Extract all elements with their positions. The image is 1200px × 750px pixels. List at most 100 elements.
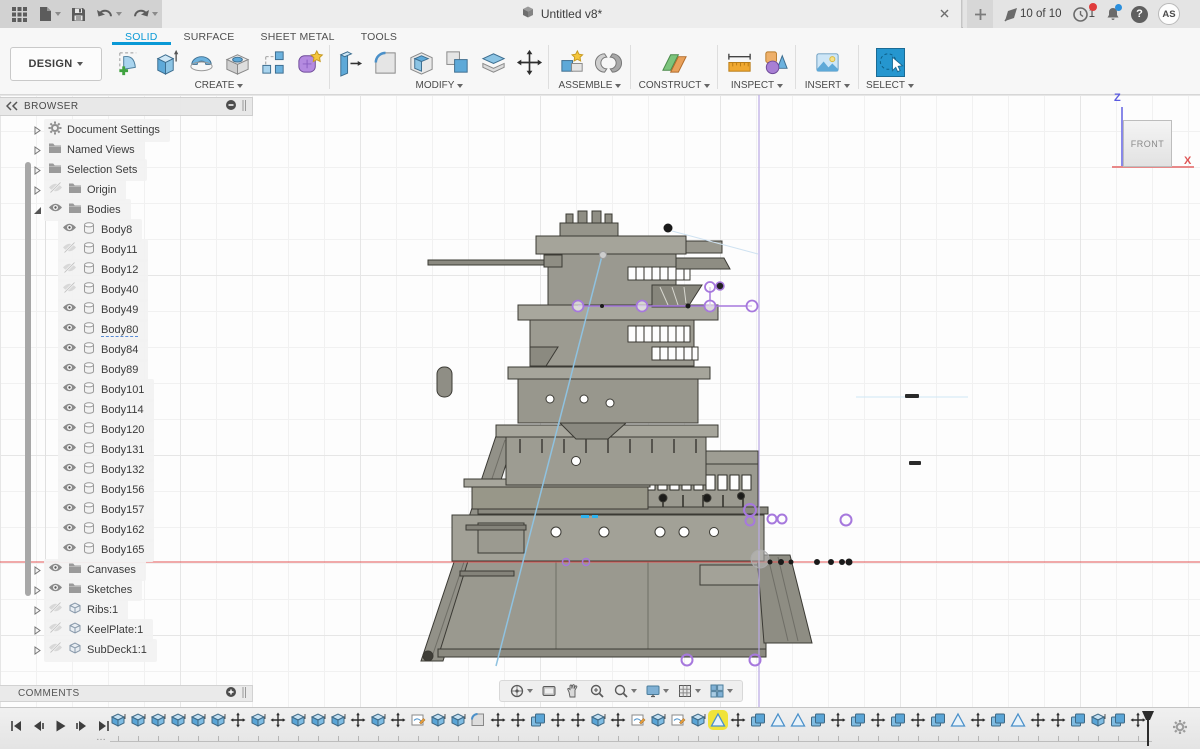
save-button[interactable] <box>68 3 89 25</box>
ribbon-group-dropdown[interactable]: INSERT <box>805 80 851 91</box>
browser-item-body157[interactable]: Body157 <box>58 500 154 520</box>
browser-item-label[interactable]: Origin <box>87 184 116 196</box>
comments-panel[interactable]: COMMENTS <box>0 685 253 702</box>
timeline-feature-combine[interactable] <box>748 712 768 742</box>
visibility-eye-icon[interactable] <box>62 521 77 539</box>
new-component-button[interactable] <box>554 45 590 79</box>
zoom-icon[interactable] <box>586 681 608 701</box>
timeline-feature-extrude[interactable] <box>448 712 468 742</box>
timeline-feature-move[interactable] <box>228 712 248 742</box>
section-analysis-button[interactable] <box>757 45 793 79</box>
timeline-feature-loft[interactable] <box>768 712 788 742</box>
visibility-eye-icon[interactable] <box>48 641 63 659</box>
expander-icon[interactable] <box>30 166 44 175</box>
grid-settings-icon[interactable] <box>674 681 704 701</box>
collapse-panel-icon[interactable] <box>6 98 18 116</box>
construction-plane-button[interactable] <box>657 45 693 79</box>
visibility-eye-icon[interactable] <box>48 201 63 219</box>
timeline-feature-move[interactable] <box>868 712 888 742</box>
browser-item-body84[interactable]: Body84 <box>58 340 148 360</box>
browser-item-body89[interactable]: Body89 <box>58 360 148 380</box>
browser-item-body11[interactable]: Body11 <box>58 240 148 260</box>
browser-item-label[interactable]: Body132 <box>101 464 144 476</box>
browser-item-selection-sets[interactable]: Selection Sets <box>30 160 147 180</box>
browser-item-body12[interactable]: Body12 <box>58 260 148 280</box>
timeline-feature-extrude[interactable] <box>288 712 308 742</box>
workspace-selector[interactable]: DESIGN <box>10 47 102 81</box>
timeline-feature-sketch[interactable] <box>668 712 688 742</box>
browser-item-label[interactable]: Body8 <box>101 224 132 236</box>
visibility-eye-icon[interactable] <box>62 281 77 299</box>
timeline-feature-extrude[interactable] <box>248 712 268 742</box>
expander-icon[interactable] <box>30 146 44 155</box>
job-status[interactable]: 1 <box>1072 6 1095 23</box>
document-tab[interactable]: Untitled v8* <box>162 0 962 28</box>
visibility-eye-icon[interactable] <box>62 341 77 359</box>
timeline-feature-sketch[interactable] <box>408 712 428 742</box>
timeline-feature-move[interactable] <box>488 712 508 742</box>
avatar[interactable]: AS <box>1158 3 1180 25</box>
close-tab-icon[interactable] <box>938 7 951 25</box>
ribbon-tab-tools[interactable]: TOOLS <box>348 28 410 45</box>
visibility-eye-icon[interactable] <box>62 381 77 399</box>
browser-item-label[interactable]: Body89 <box>101 364 138 376</box>
timeline-feature-extrude[interactable] <box>208 712 228 742</box>
joint-button[interactable] <box>590 45 626 79</box>
browser-item-body156[interactable]: Body156 <box>58 480 154 500</box>
timeline-feature-move[interactable] <box>728 712 748 742</box>
fit-icon[interactable] <box>610 681 640 701</box>
timeline-feature-move[interactable] <box>568 712 588 742</box>
expander-icon[interactable] <box>30 646 44 655</box>
timeline-feature-extrude[interactable] <box>428 712 448 742</box>
pan-icon[interactable] <box>562 681 584 701</box>
timeline-feature-move[interactable] <box>1028 712 1048 742</box>
play-button[interactable] <box>52 718 68 734</box>
insert-image-button[interactable] <box>810 45 846 79</box>
orbit-icon[interactable] <box>506 681 536 701</box>
timeline-feature-extrude[interactable] <box>1088 712 1108 742</box>
app-grid-button[interactable] <box>8 3 31 25</box>
panel-grip-icon[interactable] <box>242 98 246 116</box>
browser-item-label[interactable]: SubDeck1:1 <box>87 644 147 656</box>
browser-item-label[interactable]: Bodies <box>87 204 121 216</box>
timeline-feature-move[interactable] <box>508 712 528 742</box>
view-cube-front-face[interactable]: FRONT <box>1123 120 1172 167</box>
ribbon-tab-solid[interactable]: SOLID <box>112 28 171 45</box>
browser-item-body40[interactable]: Body40 <box>58 280 148 300</box>
browser-item-label[interactable]: Body114 <box>101 404 144 416</box>
browser-item-label[interactable]: Canvases <box>87 564 136 576</box>
browser-item-sketches[interactable]: Sketches <box>30 580 142 600</box>
browser-item-label[interactable]: Sketches <box>87 584 132 596</box>
browser-item-label[interactable]: Body162 <box>101 524 144 536</box>
display-settings-icon[interactable] <box>642 681 672 701</box>
timeline-feature-loft[interactable] <box>1008 712 1028 742</box>
browser-item-label[interactable]: Body156 <box>101 484 144 496</box>
timeline-feature-extrude[interactable] <box>688 712 708 742</box>
press-pull-button[interactable] <box>332 45 368 79</box>
timeline-feature-move[interactable] <box>548 712 568 742</box>
browser-item-origin[interactable]: Origin <box>30 180 126 200</box>
timeline-feature-combine[interactable] <box>1068 712 1088 742</box>
timeline-feature-extrude[interactable] <box>308 712 328 742</box>
extrude-button[interactable] <box>147 45 183 79</box>
visibility-eye-icon[interactable] <box>48 601 63 619</box>
timeline-feature-sketch[interactable] <box>628 712 648 742</box>
visibility-eye-icon[interactable] <box>62 261 77 279</box>
add-comment-icon[interactable] <box>225 685 237 703</box>
browser-item-label[interactable]: Body80 <box>101 324 138 337</box>
timeline-feature-move[interactable] <box>388 712 408 742</box>
visibility-eye-icon[interactable] <box>62 441 77 459</box>
browser-item-body8[interactable]: Body8 <box>58 220 142 240</box>
redo-button[interactable] <box>129 3 161 25</box>
move-copy-button[interactable] <box>512 45 548 79</box>
ribbon-group-dropdown[interactable]: ASSEMBLE <box>559 80 622 91</box>
visibility-eye-icon[interactable] <box>48 181 63 199</box>
timeline-settings-gear-icon[interactable] <box>1172 719 1188 740</box>
timeline-feature-combine[interactable] <box>888 712 908 742</box>
browser-item-body101[interactable]: Body101 <box>58 380 154 400</box>
ribbon-group-dropdown[interactable]: CREATE <box>195 80 244 91</box>
browser-item-canvases[interactable]: Canvases <box>30 560 146 580</box>
timeline-feature-combine[interactable] <box>528 712 548 742</box>
timeline-feature-extrude[interactable] <box>648 712 668 742</box>
file-new-button[interactable] <box>35 3 64 25</box>
